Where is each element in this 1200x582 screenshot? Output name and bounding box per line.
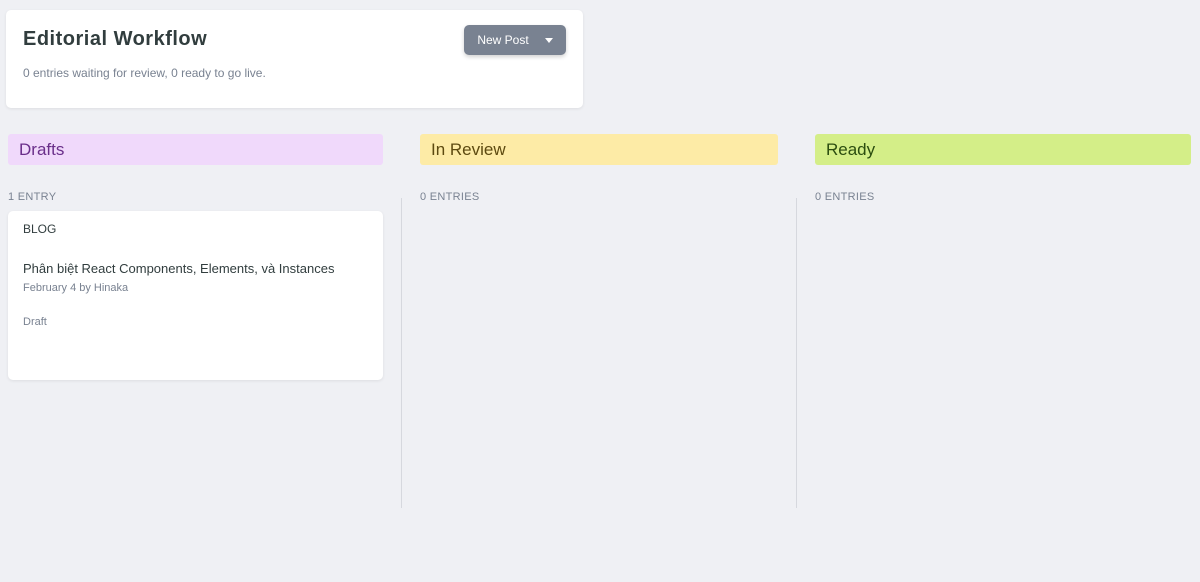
column-header-in-review: In Review [420,134,778,165]
entry-title: Phân biệt React Components, Elements, và… [23,261,335,276]
column-header-drafts: Drafts [8,134,383,165]
entry-card[interactable]: BLOG Phân biệt React Components, Element… [8,211,383,380]
page-title: Editorial Workflow [23,28,208,50]
column-divider [796,198,797,508]
workflow-summary: 0 entries waiting for review, 0 ready to… [23,66,266,80]
column-count-drafts: 1 ENTRY [8,191,57,203]
chevron-down-icon [544,37,553,43]
entry-collection: BLOG [23,222,57,236]
entry-meta: February 4 by Hinaka [23,282,129,294]
workflow-header-card: Editorial Workflow 0 entries waiting for… [6,10,583,108]
new-post-button[interactable]: New Post [464,25,566,55]
column-count-ready: 0 ENTRIES [815,191,875,203]
column-divider [401,198,402,508]
entry-status: Draft [23,316,47,328]
column-count-in-review: 0 ENTRIES [420,191,480,203]
new-post-label: New Post [477,33,529,47]
column-header-ready: Ready [815,134,1191,165]
